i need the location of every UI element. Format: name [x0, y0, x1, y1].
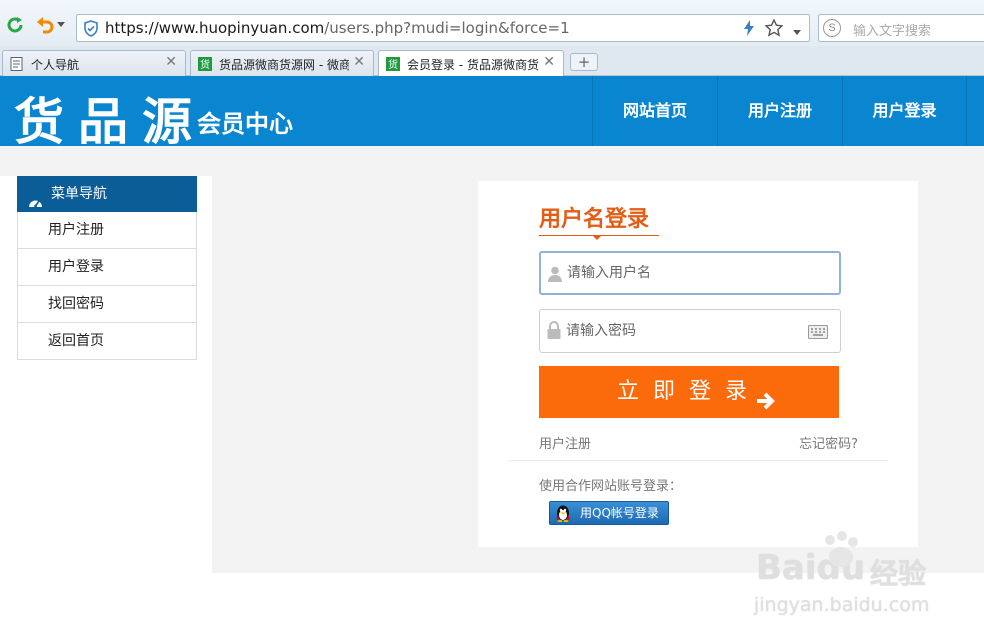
undo-icon[interactable]	[34, 14, 56, 36]
tab-bar: 个人导航 ✕ 货 货品源微商货源网 - 微商 ✕ 货 会员登录 - 货品源微商货…	[0, 46, 984, 77]
tab-personal-nav[interactable]: 个人导航 ✕	[2, 50, 186, 76]
username-input[interactable]	[567, 253, 807, 293]
site-logo[interactable]: 货品源	[14, 82, 206, 154]
divider	[508, 460, 888, 461]
star-icon[interactable]	[764, 18, 784, 41]
site-favicon-icon: 货	[386, 57, 400, 71]
paw-icon	[818, 530, 862, 574]
login-title: 用户名登录	[539, 207, 650, 232]
baidu-jingyan-watermark: Baidu 经验 jingyan.baidu.com	[752, 530, 982, 638]
close-icon[interactable]: ✕	[543, 54, 555, 70]
tab-huopinyuan-home[interactable]: 货 货品源微商货源网 - 微商 ✕	[190, 50, 374, 76]
arrow-right-icon	[755, 380, 777, 432]
header-nav: 网站首页 用户注册 用户登录	[592, 76, 967, 146]
forgot-password-link[interactable]: 忘记密码?	[799, 433, 858, 452]
url-host: https://www.huopinyuan.com	[105, 19, 325, 37]
undo-dropdown-icon[interactable]	[54, 14, 68, 36]
close-icon[interactable]: ✕	[165, 54, 177, 70]
screenshot-root: https://www.huopinyuan.com/users.php?mud…	[0, 0, 984, 638]
site-header: 货品源 会员中心 网站首页 用户注册 用户登录	[0, 76, 984, 151]
login-card: 用户名登录 立即登录 用户注册 忘记密码? 使用合作网站账号登录： 用QQ帐号登…	[478, 181, 918, 547]
document-icon	[10, 57, 24, 71]
refresh-icon[interactable]	[4, 14, 26, 36]
register-link[interactable]: 用户注册	[539, 433, 591, 452]
nav-register[interactable]: 用户注册	[717, 76, 842, 146]
address-bar[interactable]: https://www.huopinyuan.com/users.php?mud…	[76, 14, 810, 42]
login-submit-label: 立即登录	[616, 379, 761, 404]
svg-text:货: 货	[388, 58, 398, 71]
nav-login[interactable]: 用户登录	[842, 76, 967, 146]
tab-title: 个人导航	[31, 58, 80, 72]
url-path: /users.php?mudi=login&force=1	[324, 19, 570, 37]
nav-home[interactable]: 网站首页	[592, 76, 717, 146]
qq-login-label: 用QQ帐号登录	[580, 506, 659, 520]
close-icon[interactable]: ✕	[353, 54, 365, 70]
search-box[interactable]: S 输入文字搜索	[818, 14, 984, 42]
sidebar-menu: 菜单导航 用户注册 用户登录 找回密码 返回首页	[17, 176, 197, 360]
partner-login-label: 使用合作网站账号登录：	[539, 479, 683, 494]
tab-title: 会员登录 - 货品源微商货	[407, 58, 539, 72]
watermark-brand-cn: 经验	[870, 557, 927, 590]
title-caret	[592, 235, 602, 240]
username-field[interactable]	[539, 251, 841, 295]
sidebar-item-login[interactable]: 用户登录	[17, 249, 197, 286]
dashboard-icon	[28, 187, 43, 223]
browser-toolbar: https://www.huopinyuan.com/users.php?mud…	[0, 0, 984, 46]
shield-icon	[83, 20, 99, 41]
sidebar-header-label: 菜单导航	[51, 186, 107, 202]
keyboard-icon[interactable]	[808, 324, 828, 343]
user-icon	[548, 266, 562, 286]
tab-member-login[interactable]: 货 会员登录 - 货品源微商货 ✕	[378, 50, 564, 77]
site-favicon-icon: 货	[198, 57, 212, 71]
search-engine-icon[interactable]: S	[823, 19, 841, 37]
new-tab-button[interactable]: +	[570, 53, 598, 71]
address-url[interactable]: https://www.huopinyuan.com/users.php?mud…	[105, 19, 570, 37]
search-placeholder: 输入文字搜索	[853, 24, 932, 39]
sidebar-item-recover-password[interactable]: 找回密码	[17, 286, 197, 323]
svg-text:货: 货	[200, 58, 210, 71]
lightning-icon[interactable]	[743, 20, 755, 40]
chevron-down-icon[interactable]	[793, 21, 801, 40]
lock-icon	[547, 321, 561, 343]
site-logo-subtitle: 会员中心	[197, 109, 293, 138]
login-submit-button[interactable]: 立即登录	[539, 366, 839, 418]
password-field[interactable]	[539, 309, 841, 353]
password-input[interactable]	[566, 310, 806, 352]
sidebar-item-back-home[interactable]: 返回首页	[17, 323, 197, 360]
sidebar-item-register[interactable]: 用户注册	[17, 212, 197, 249]
address-tools	[743, 18, 801, 41]
qq-login-button[interactable]: 用QQ帐号登录	[549, 501, 669, 525]
watermark-domain: jingyan.baidu.com	[754, 594, 930, 616]
sidebar-header: 菜单导航	[17, 176, 197, 212]
qq-penguin-icon	[555, 505, 571, 529]
tab-title: 货品源微商货源网 - 微商	[219, 58, 349, 72]
